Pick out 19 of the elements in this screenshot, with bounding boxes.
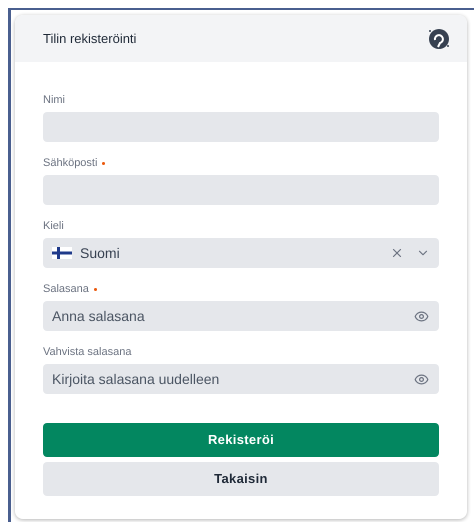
card-title: Tilin rekisteröinti xyxy=(43,30,136,48)
logo-icon xyxy=(427,26,451,50)
field-label: Vahvista salasana xyxy=(43,344,132,360)
field-label: Salasana xyxy=(43,282,89,297)
field-label: Sähköposti xyxy=(43,156,98,171)
password-field[interactable]: Anna salasana xyxy=(43,301,439,331)
eye-icon[interactable] xyxy=(414,309,429,324)
language-select[interactable]: Suomi xyxy=(43,238,439,268)
select-value: Suomi xyxy=(80,244,121,262)
password-field[interactable]: Kirjoita salasana uudelleen xyxy=(43,364,439,394)
field-label: Nimi xyxy=(43,92,65,108)
clear-icon[interactable] xyxy=(390,246,404,260)
text-field[interactable] xyxy=(43,112,439,142)
eye-icon[interactable] xyxy=(414,372,429,387)
text-field[interactable] xyxy=(43,175,439,205)
field-label: Kieli xyxy=(43,218,64,234)
register-button[interactable]: Rekisteröi xyxy=(43,423,439,457)
flag-icon xyxy=(52,247,72,259)
back-button[interactable]: Takaisin xyxy=(43,462,439,496)
